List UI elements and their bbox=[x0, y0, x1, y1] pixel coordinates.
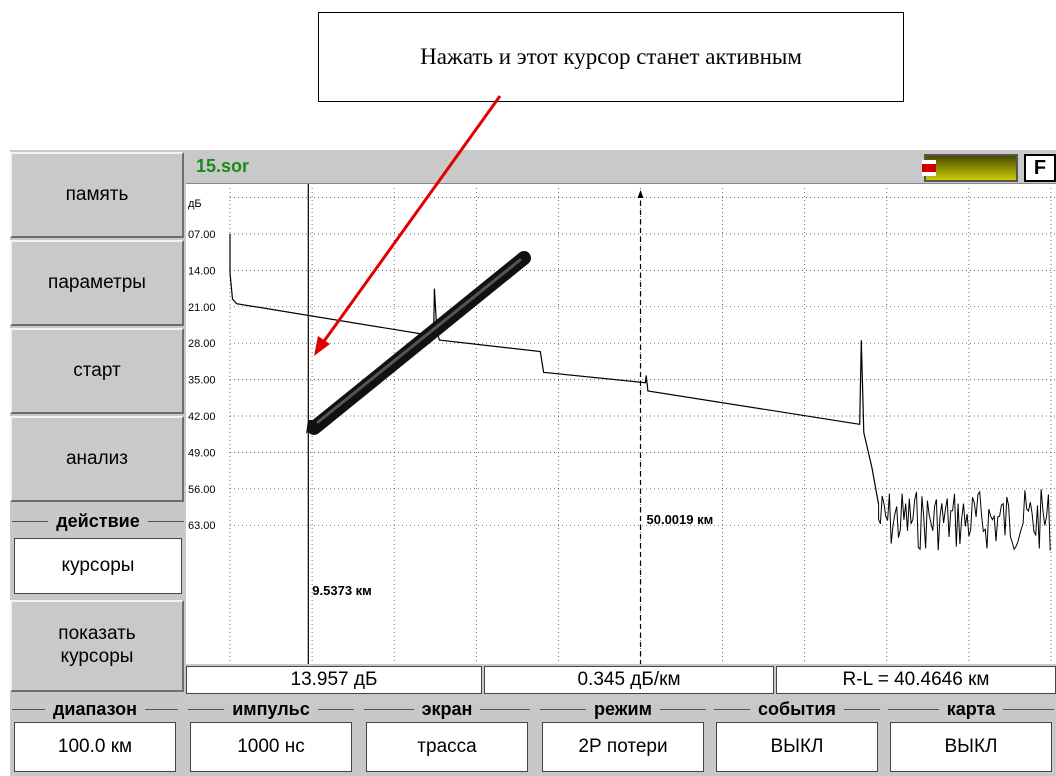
param-group-title-text: экран bbox=[413, 698, 481, 720]
param-group-title-text: диапазон bbox=[45, 698, 145, 720]
param-value-button-4[interactable]: ВЫКЛ bbox=[716, 722, 878, 772]
param-value-text: 2Р потери bbox=[578, 736, 668, 757]
param-value-text: ВЫКЛ bbox=[944, 736, 998, 757]
param-group-title-4: события bbox=[712, 698, 882, 720]
param-value-button-3[interactable]: 2Р потери bbox=[542, 722, 704, 772]
param-value-text: ВЫКЛ bbox=[770, 736, 824, 757]
param-value-text: 1000 нс bbox=[237, 736, 305, 757]
param-group-title-0: диапазон bbox=[10, 698, 180, 720]
param-group-title-1: импульс bbox=[186, 698, 356, 720]
param-group-title-3: режим bbox=[538, 698, 708, 720]
param-group-title-text: карта bbox=[938, 698, 1004, 720]
param-value-button-2[interactable]: трасса bbox=[366, 722, 528, 772]
param-group-title-text: импульс bbox=[224, 698, 318, 720]
param-value-text: 100.0 км bbox=[57, 736, 133, 757]
param-value-text: трасса bbox=[417, 736, 477, 757]
param-group-title-5: карта bbox=[886, 698, 1056, 720]
param-group-title-text: режим bbox=[586, 698, 660, 720]
param-value-button-0[interactable]: 100.0 км bbox=[14, 722, 176, 772]
param-value-button-5[interactable]: ВЫКЛ bbox=[890, 722, 1052, 772]
param-value-button-1[interactable]: 1000 нс bbox=[190, 722, 352, 772]
param-group-title-2: экран bbox=[362, 698, 532, 720]
annotation-arrow-icon bbox=[314, 95, 502, 356]
param-group-title-text: события bbox=[750, 698, 844, 720]
